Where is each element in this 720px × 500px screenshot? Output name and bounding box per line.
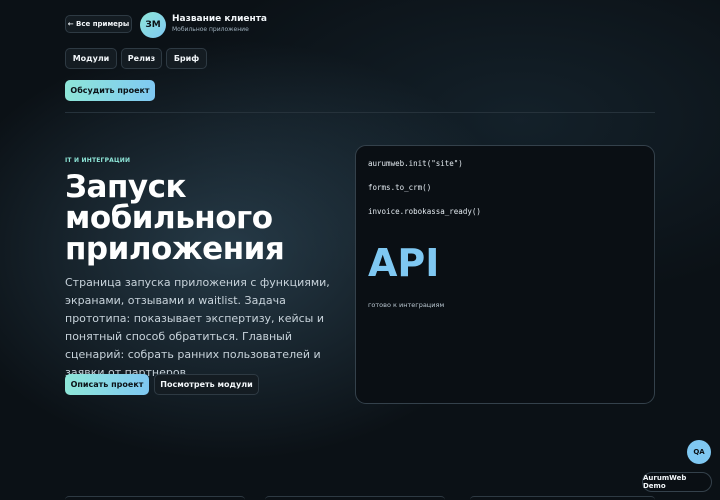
code-line: forms.to_crm() (368, 183, 432, 192)
qa-floating-button[interactable]: QA (687, 440, 711, 464)
describe-project-button[interactable]: Описать проект (65, 374, 149, 395)
client-logo-avatar: ЗМ (140, 12, 166, 38)
card-preview-edge (265, 496, 445, 500)
header-divider (65, 112, 655, 113)
tab-release[interactable]: Релиз (121, 48, 162, 69)
card-preview-edge (470, 496, 655, 500)
back-to-examples-button[interactable]: ← Все примеры (65, 15, 132, 33)
demo-badge[interactable]: AurumWeb Demo (642, 472, 712, 492)
api-caption: готово к интеграциям (368, 301, 445, 309)
hero-description: Страница запуска приложения с функциями,… (65, 276, 330, 379)
section-eyebrow: IT И ИНТЕГРАЦИИ (65, 157, 131, 164)
code-line: invoice.robokassa_ready() (368, 207, 481, 216)
api-label: API (368, 241, 440, 285)
code-line: aurumweb.init("site") (368, 159, 463, 168)
client-name: Название клиента (172, 14, 267, 24)
client-subtitle: Мобильное приложение (172, 26, 249, 33)
tab-modules[interactable]: Модули (65, 48, 117, 69)
card-preview-edge (65, 496, 245, 500)
page-title: Запуск мобильного приложения (65, 169, 285, 267)
code-preview-card: aurumweb.init("site") forms.to_crm() inv… (355, 145, 655, 404)
discuss-project-button[interactable]: Обсудить проект (65, 80, 155, 101)
tab-brief[interactable]: Бриф (166, 48, 207, 69)
view-modules-button[interactable]: Посмотреть модули (154, 374, 259, 395)
